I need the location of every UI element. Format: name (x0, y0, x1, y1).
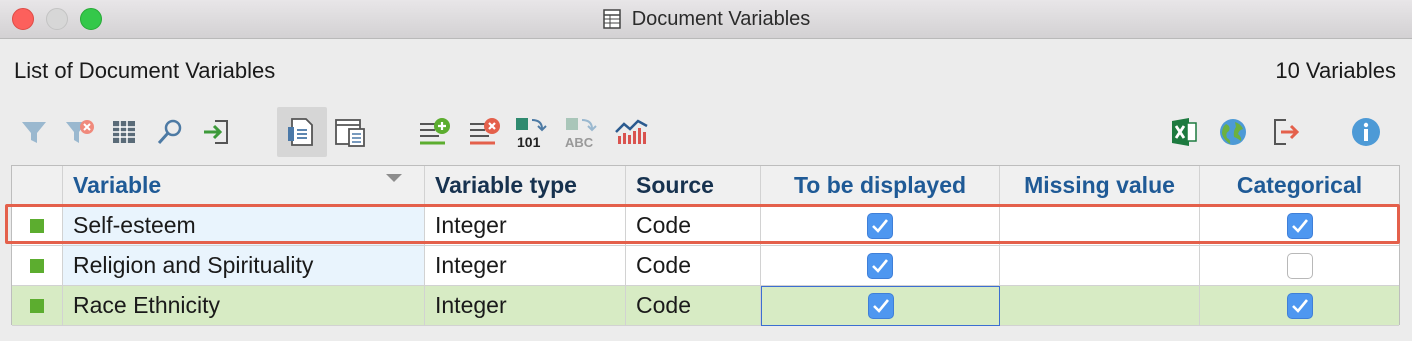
add-variable-icon[interactable] (416, 112, 452, 152)
column-header-variable-type[interactable]: Variable type (425, 166, 626, 206)
column-header-to-be-displayed[interactable]: To be displayed (761, 166, 1000, 206)
delete-variable-icon[interactable] (466, 112, 502, 152)
column-header-categorical[interactable]: Categorical (1200, 166, 1399, 206)
to-be-displayed-cell (761, 206, 1000, 246)
statistics-icon[interactable] (614, 112, 650, 152)
import-icon[interactable] (198, 112, 234, 152)
missing-value-cell[interactable] (1000, 286, 1200, 326)
window-title: Document Variables (631, 7, 811, 30)
info-icon[interactable] (1348, 112, 1384, 152)
svg-text:101: 101 (517, 134, 541, 149)
document-variables-view-icon[interactable] (277, 107, 327, 157)
variables-table: Variable Variable type Source To be disp… (11, 165, 1400, 326)
to-be-displayed-checkbox[interactable] (867, 212, 893, 239)
sort-arrow-icon (386, 174, 402, 182)
code-variables-view-icon[interactable] (332, 112, 368, 152)
variable-name-cell[interactable]: Self-esteem (63, 206, 425, 246)
list-title: List of Document Variables (14, 58, 276, 83)
column-header-source[interactable]: Source (626, 166, 761, 206)
variable-type-cell[interactable]: Integer (425, 206, 626, 246)
variable-name-cell[interactable]: Race Ethnicity (63, 286, 425, 326)
source-cell[interactable]: Code (626, 246, 761, 286)
variable-type-cell[interactable]: Integer (425, 286, 626, 326)
to-be-displayed-cell (761, 246, 1000, 286)
column-header-variable-label: Variable (73, 172, 162, 198)
missing-value-cell[interactable] (1000, 246, 1200, 286)
to-be-displayed-checkbox[interactable] (867, 293, 894, 319)
table-header-row: Variable Variable type Source To be disp… (12, 166, 1399, 206)
categorical-checkbox[interactable] (1286, 212, 1313, 239)
export-icon[interactable] (1268, 112, 1304, 152)
categorical-checkbox[interactable] (1286, 252, 1313, 279)
categorical-cell (1200, 246, 1399, 286)
columns-icon[interactable] (106, 112, 142, 152)
convert-to-number-icon[interactable]: 101 (514, 112, 550, 152)
table-row[interactable]: Religion and Spirituality Integer Code (12, 246, 1399, 286)
categorical-checkbox[interactable] (1286, 292, 1313, 319)
missing-value-cell[interactable] (1000, 206, 1200, 246)
excel-export-icon[interactable] (1166, 112, 1202, 152)
row-marker (12, 246, 63, 286)
filter-icon[interactable] (16, 112, 52, 152)
table-row[interactable]: Race Ethnicity Integer Code (12, 286, 1399, 326)
source-cell[interactable]: Code (626, 286, 761, 326)
column-header-variable[interactable]: Variable (63, 166, 425, 206)
web-export-icon[interactable] (1215, 112, 1251, 152)
variable-count: 10 Variables (1275, 58, 1396, 83)
row-marker (12, 206, 63, 246)
row-marker (12, 286, 63, 326)
table-document-icon (602, 9, 621, 29)
column-header-marker (12, 166, 63, 206)
green-square-icon (30, 258, 44, 273)
to-be-displayed-cell (761, 286, 1000, 326)
convert-to-text-icon[interactable]: ABC (564, 112, 600, 152)
search-icon[interactable] (152, 112, 188, 152)
green-square-icon (30, 218, 44, 233)
clear-filter-icon[interactable] (62, 112, 98, 152)
variable-type-cell[interactable]: Integer (425, 246, 626, 286)
to-be-displayed-checkbox[interactable] (867, 252, 893, 279)
title-bar: Document Variables (0, 0, 1412, 39)
table-row[interactable]: Self-esteem Integer Code (12, 206, 1399, 246)
variable-name-cell[interactable]: Religion and Spirituality (63, 246, 425, 286)
green-square-icon (30, 298, 44, 313)
column-header-missing-value[interactable]: Missing value (1000, 166, 1200, 206)
svg-text:ABC: ABC (565, 135, 594, 149)
source-cell[interactable]: Code (626, 206, 761, 246)
window-title-group: Document Variables (0, 0, 1412, 38)
categorical-cell (1200, 206, 1399, 246)
categorical-cell (1200, 286, 1399, 326)
